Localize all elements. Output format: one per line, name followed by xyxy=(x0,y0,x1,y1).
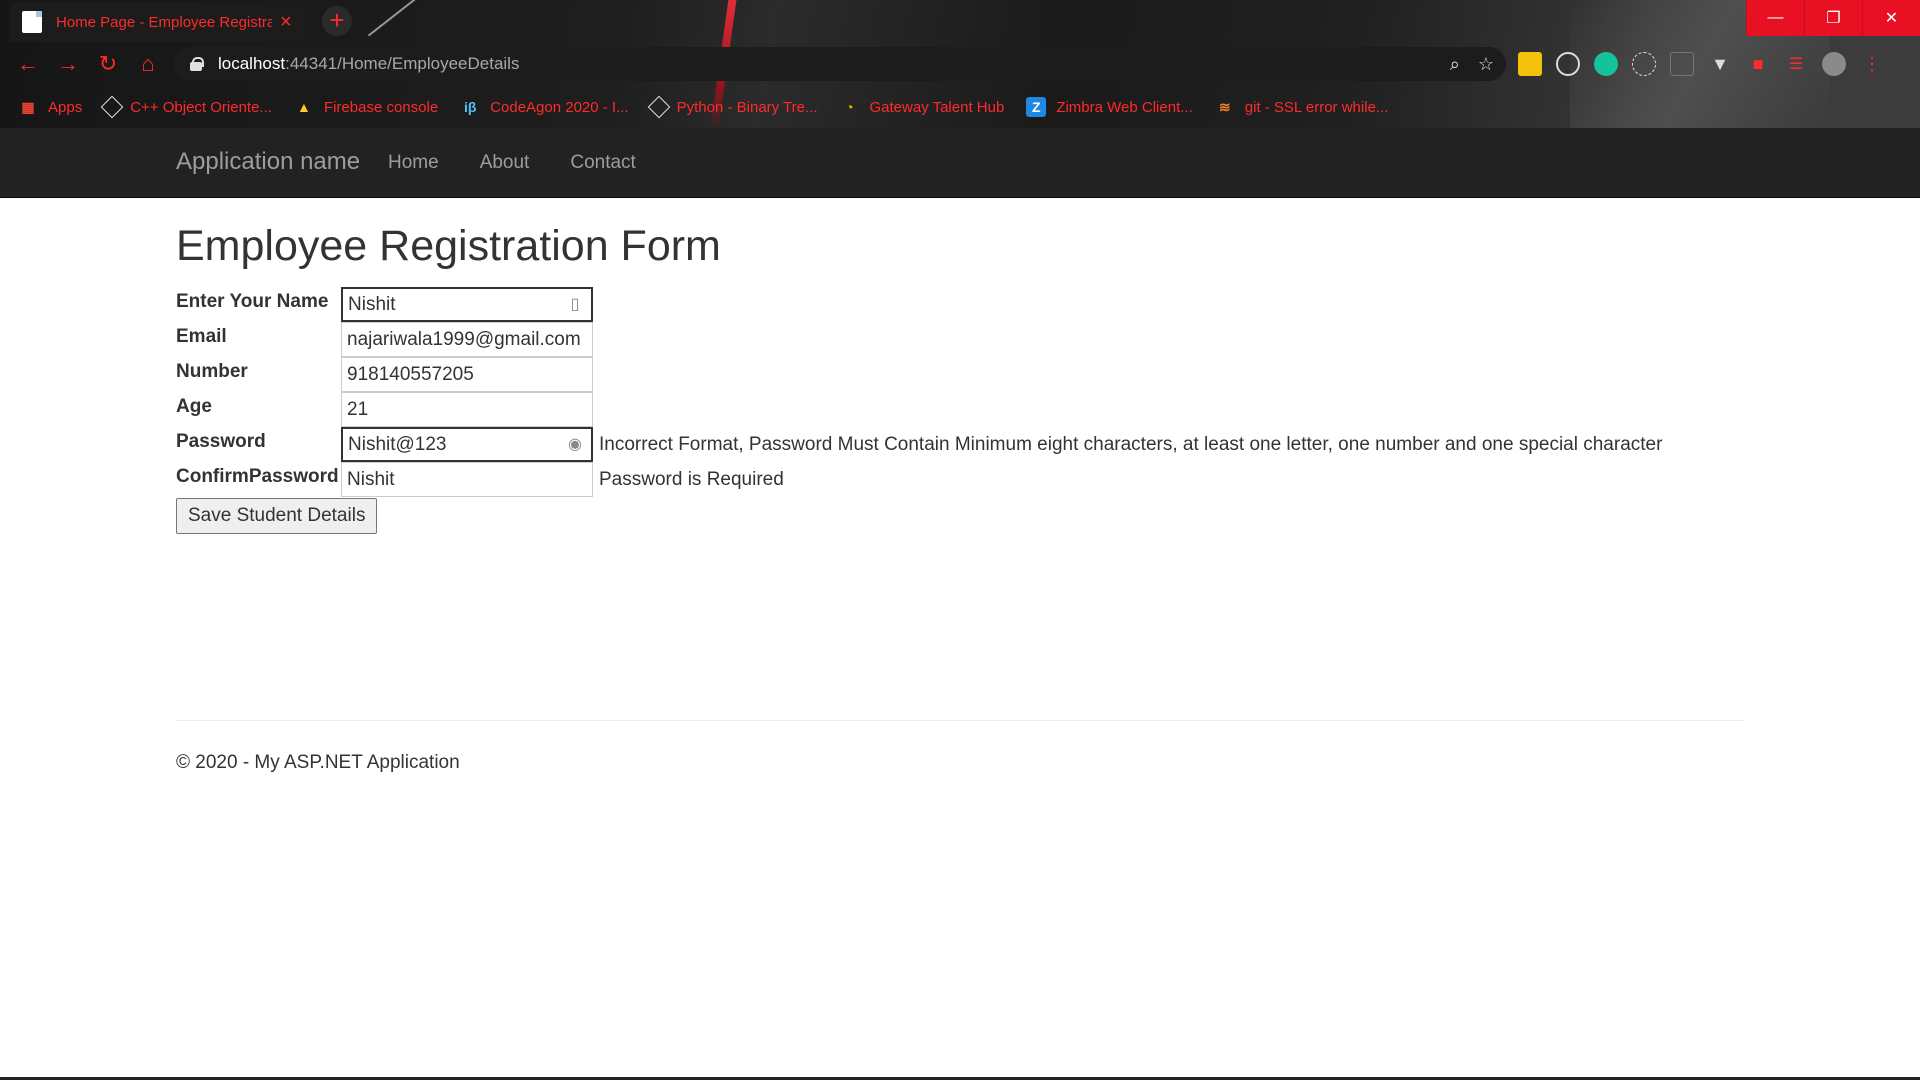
stackoverflow-icon: ≋ xyxy=(1218,98,1231,115)
nav-link-about[interactable]: About xyxy=(480,152,530,174)
bookmark-label: git - SSL error while... xyxy=(1244,98,1389,116)
tab-title: Home Page - Employee Registration xyxy=(56,13,272,31)
restore-button[interactable]: ❐ xyxy=(1804,0,1862,36)
puzzle-extension-icon[interactable]: ■ xyxy=(1746,52,1770,76)
window-controls: — ❐ ✕ xyxy=(1746,0,1920,36)
bookmark-label: Firebase console xyxy=(323,98,439,116)
main-content: Employee Registration Form Enter Your Na… xyxy=(176,198,1744,534)
bookmark-item[interactable]: C++ Object Oriente... xyxy=(100,95,272,119)
form-row-email: Email xyxy=(176,322,1744,357)
speedometer-extension-icon[interactable] xyxy=(1556,52,1580,76)
browser-menu-icon[interactable]: ⋮ xyxy=(1860,52,1884,76)
password-key-icon[interactable]: ◉ xyxy=(564,434,586,456)
interviewbit-icon: iβ xyxy=(463,99,477,115)
gateway-icon: ◔ xyxy=(845,99,854,115)
password-input[interactable] xyxy=(341,427,593,462)
form-row-confirm-password: ConfirmPassword Password is Required xyxy=(176,462,1744,497)
page-title: Employee Registration Form xyxy=(176,222,721,270)
grammarly-extension-icon[interactable] xyxy=(1594,52,1618,76)
confirm-password-input[interactable] xyxy=(341,462,593,497)
browser-toolbar: ← → ↻ ⌂ localhost:44341/Home/EmployeeDet… xyxy=(0,42,1920,86)
bookmark-star-icon[interactable]: ☆ xyxy=(1478,54,1494,75)
footer-copyright: © 2020 - My ASP.NET Application xyxy=(176,752,460,773)
form-row-age: Age xyxy=(176,392,1744,427)
navbar-brand[interactable]: Application name xyxy=(176,148,360,176)
bookmark-label: Zimbra Web Client... xyxy=(1056,98,1193,116)
apps-grid-icon: ▦ xyxy=(21,98,35,115)
page-favicon-icon xyxy=(22,11,42,33)
bookmark-item[interactable]: Python - Binary Tre... xyxy=(647,95,818,119)
hackerrank-icon xyxy=(647,95,670,119)
number-input[interactable] xyxy=(341,357,593,392)
new-tab-button[interactable]: + xyxy=(322,6,352,36)
lock-icon[interactable] xyxy=(190,57,204,71)
bookmark-item[interactable]: ▦ Apps xyxy=(18,97,82,117)
email-input[interactable] xyxy=(341,322,593,357)
bookmark-item[interactable]: Z Zimbra Web Client... xyxy=(1026,97,1193,117)
url-host: localhost xyxy=(218,54,286,73)
bookmark-label: Apps xyxy=(48,98,83,116)
confirm-password-label: ConfirmPassword xyxy=(176,466,339,487)
form-row-name: Enter Your Name ▯ xyxy=(176,287,1744,322)
bookmarks-bar: ▦ Apps C++ Object Oriente... ▲ Firebase … xyxy=(0,86,1920,128)
password-validation-message: Incorrect Format, Password Must Contain … xyxy=(599,434,1663,455)
number-label: Number xyxy=(176,361,248,382)
bookmark-label: CodeAgon 2020 - I... xyxy=(490,98,629,116)
confirm-password-validation-message: Password is Required xyxy=(599,469,784,490)
navbar-links: Home About Contact xyxy=(388,152,677,174)
cast-extension-icon[interactable]: ☰ xyxy=(1784,52,1808,76)
profile-avatar[interactable] xyxy=(1822,52,1846,76)
bookmark-label: Python - Binary Tre... xyxy=(676,98,818,116)
nav-link-contact[interactable]: Contact xyxy=(570,152,635,174)
zoom-icon[interactable]: ⌕ xyxy=(1450,54,1460,75)
forward-button[interactable]: → xyxy=(54,50,82,78)
form-row-password: Password ◉ Incorrect Format, Password Mu… xyxy=(176,427,1744,462)
firebase-icon: ▲ xyxy=(297,99,311,115)
react-devtools-icon[interactable] xyxy=(1632,52,1656,76)
browser-chrome: Home Page - Employee Registration × + — … xyxy=(0,0,1920,128)
omnibox-icons: ⌕ ☆ xyxy=(1450,47,1494,81)
save-button[interactable]: Save Student Details xyxy=(176,498,378,534)
bookmark-label: C++ Object Oriente... xyxy=(130,98,272,116)
address-bar[interactable]: localhost:44341/Home/EmployeeDetails ⌕ ☆ xyxy=(174,47,1506,81)
home-button[interactable]: ⌂ xyxy=(134,50,162,78)
cart-extension-icon[interactable] xyxy=(1670,52,1694,76)
browser-tab[interactable]: Home Page - Employee Registration × xyxy=(10,2,310,42)
minimize-button[interactable]: — xyxy=(1746,0,1804,36)
close-window-button[interactable]: ✕ xyxy=(1862,0,1920,36)
url-path: :44341/Home/EmployeeDetails xyxy=(285,54,520,73)
nav-link-home[interactable]: Home xyxy=(388,152,439,174)
bookmark-item[interactable]: ◔ Gateway Talent Hub xyxy=(840,97,1005,117)
back-button[interactable]: ← xyxy=(14,50,42,78)
name-label: Enter Your Name xyxy=(176,291,329,312)
extension-icons: ▼ ■ ☰ ⋮ xyxy=(1518,50,1884,78)
age-input[interactable] xyxy=(341,392,593,427)
bookmark-item[interactable]: ▲ Firebase console xyxy=(294,97,438,117)
bookmark-label: Gateway Talent Hub xyxy=(869,98,1005,116)
vue-devtools-icon[interactable]: ▼ xyxy=(1708,52,1732,76)
bookmark-item[interactable]: iβ CodeAgon 2020 - I... xyxy=(460,97,629,117)
footer-divider xyxy=(176,720,1744,721)
site-navbar: Application name Home About Contact xyxy=(0,128,1920,198)
age-label: Age xyxy=(176,396,212,417)
close-tab-icon[interactable]: × xyxy=(280,11,292,34)
password-label: Password xyxy=(176,431,266,452)
autofill-contact-icon[interactable]: ▯ xyxy=(564,294,586,316)
name-input[interactable] xyxy=(341,287,593,322)
form-row-number: Number xyxy=(176,357,1744,392)
bookmark-item[interactable]: ≋ git - SSL error while... xyxy=(1215,97,1389,117)
notes-extension-icon[interactable] xyxy=(1518,52,1542,76)
email-label: Email xyxy=(176,326,227,347)
reload-button[interactable]: ↻ xyxy=(94,50,122,78)
hackerrank-icon xyxy=(100,95,124,119)
zimbra-icon: Z xyxy=(1026,97,1047,117)
tab-strip: Home Page - Employee Registration × + — … xyxy=(0,0,1920,42)
